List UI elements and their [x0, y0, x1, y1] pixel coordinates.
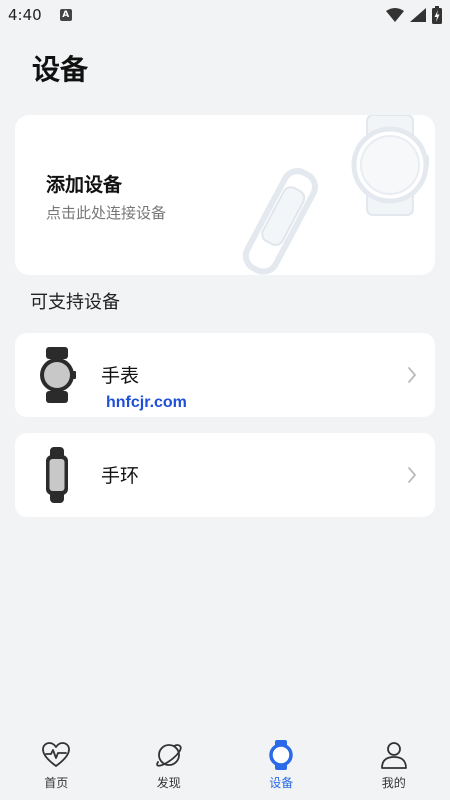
page-title: 设备: [32, 53, 89, 86]
device-label-watch: 手表: [101, 365, 140, 387]
band-icon: [46, 447, 68, 503]
nav-item-discover[interactable]: 发现: [113, 730, 226, 800]
watermark-text: hnfcjr.com: [106, 394, 187, 411]
signal-icon: [410, 8, 426, 22]
status-bar: 4:40 A: [0, 0, 450, 30]
nav-label-profile: 我的: [381, 776, 406, 790]
nav-label-devices: 设备: [269, 776, 294, 790]
status-time: 4:40: [8, 6, 42, 24]
chevron-right-icon: [408, 467, 416, 483]
nav-label-home: 首页: [44, 776, 69, 790]
notification-icon: A: [59, 9, 72, 21]
device-item-band[interactable]: 手环: [15, 433, 435, 517]
devices-illustration: [242, 115, 429, 275]
watch-icon: [40, 347, 76, 403]
person-icon: [380, 742, 407, 769]
bottom-nav: 首页 发现 设备 我的: [0, 730, 450, 800]
add-device-subtitle: 点击此处连接设备: [46, 204, 167, 222]
nav-item-home[interactable]: 首页: [0, 730, 113, 800]
battery-charging-icon: [432, 6, 442, 24]
wifi-icon: [386, 8, 404, 22]
add-device-title: 添加设备: [46, 174, 123, 196]
nav-item-profile[interactable]: 我的: [338, 730, 450, 800]
heart-pulse-icon: [42, 742, 71, 767]
supported-devices-title: 可支持设备: [30, 292, 120, 313]
chevron-right-icon: [408, 367, 416, 383]
add-device-card[interactable]: 添加设备 点击此处连接设备: [15, 115, 435, 275]
nav-label-discover: 发现: [156, 776, 181, 790]
planet-icon: [156, 744, 182, 767]
nav-item-devices[interactable]: 设备: [225, 730, 338, 800]
status-icons: [386, 6, 442, 24]
device-label-band: 手环: [101, 465, 140, 487]
device-item-watch[interactable]: 手表: [15, 333, 435, 417]
watch-icon: [269, 740, 293, 770]
